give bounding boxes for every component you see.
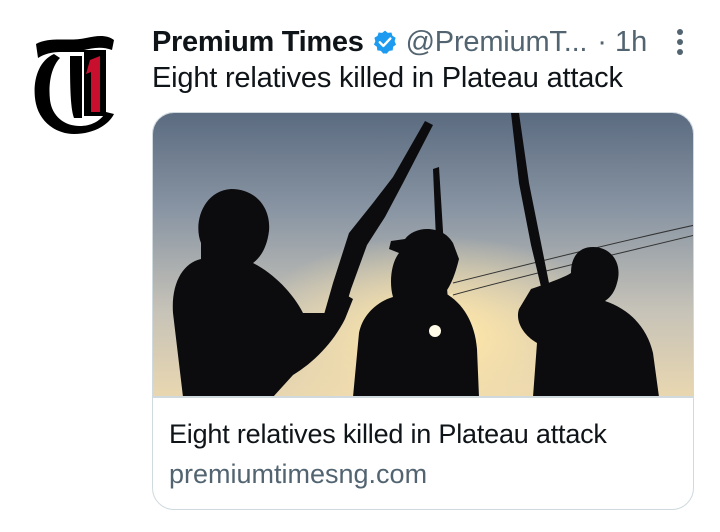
more-vertical-icon xyxy=(677,29,683,55)
tweet-timestamp[interactable]: 1h xyxy=(615,26,647,59)
premium-times-logo-icon xyxy=(34,36,114,134)
author-handle[interactable]: @PremiumT... xyxy=(406,26,588,59)
more-options-button[interactable] xyxy=(670,26,690,58)
link-card[interactable]: Eight relatives killed in Plateau attack… xyxy=(152,112,694,510)
verified-badge-icon xyxy=(372,29,398,55)
card-image xyxy=(153,113,693,397)
tweet-text: Eight relatives killed in Plateau attack xyxy=(152,62,623,94)
card-divider xyxy=(153,396,693,398)
tweet[interactable]: Premium Times @PremiumT... · 1h Eight re… xyxy=(0,0,720,532)
card-title[interactable]: Eight relatives killed in Plateau attack xyxy=(169,419,607,450)
header-separator: · xyxy=(597,25,607,58)
author-name[interactable]: Premium Times xyxy=(152,26,364,59)
card-domain[interactable]: premiumtimesng.com xyxy=(169,459,427,490)
tweet-header: Premium Times @PremiumT... · 1h xyxy=(152,22,647,62)
avatar[interactable] xyxy=(30,30,118,138)
